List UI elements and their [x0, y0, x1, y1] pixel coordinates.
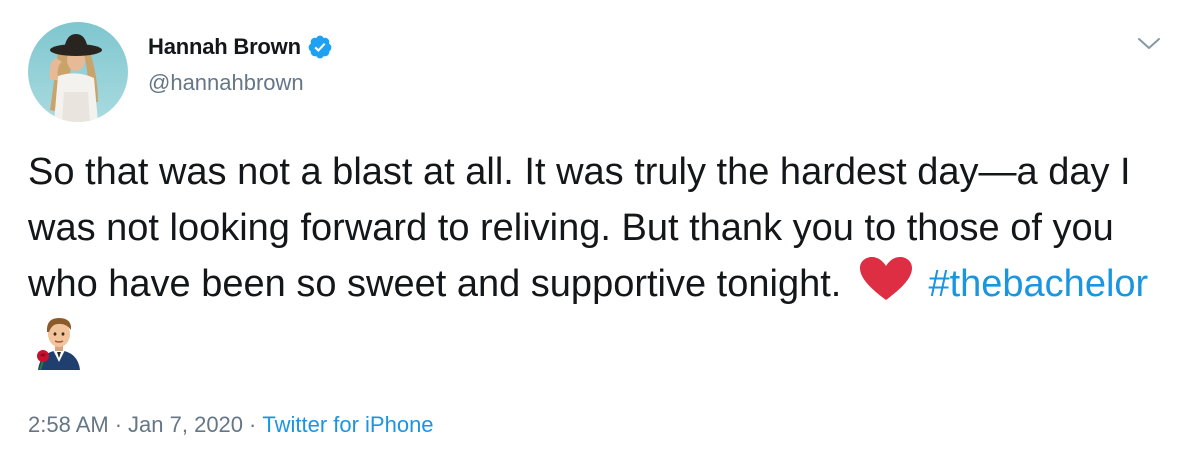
tweet-date[interactable]: Jan 7, 2020 — [128, 412, 243, 437]
meta-separator: · — [114, 412, 123, 437]
author-handle[interactable]: @hannahbrown — [148, 70, 333, 96]
author-name-row: Hannah Brown — [148, 32, 333, 62]
tweet-card: Hannah Brown @hannahbrown So that was no… — [0, 0, 1196, 476]
tweet-author: Hannah Brown @hannahbrown — [148, 32, 333, 96]
tweet-source-link[interactable]: Twitter for iPhone — [262, 412, 433, 437]
tweet-text: So that was not a blast at all. It was t… — [28, 144, 1168, 372]
red-heart-icon — [858, 256, 914, 302]
verified-badge-icon — [307, 34, 333, 60]
avatar[interactable] — [28, 22, 128, 122]
bachelor-rose-emoji-icon — [30, 312, 88, 371]
hashtag-link[interactable]: #thebachelor — [928, 263, 1148, 305]
author-display-name[interactable]: Hannah Brown — [148, 34, 301, 60]
chevron-down-icon[interactable] — [1136, 34, 1162, 54]
meta-separator: · — [249, 412, 257, 437]
tweet-time[interactable]: 2:58 AM — [28, 412, 109, 437]
avatar-image — [28, 22, 128, 122]
tweet-meta: 2:58 AM · Jan 7, 2020 · Twitter for iPhone — [28, 412, 434, 438]
